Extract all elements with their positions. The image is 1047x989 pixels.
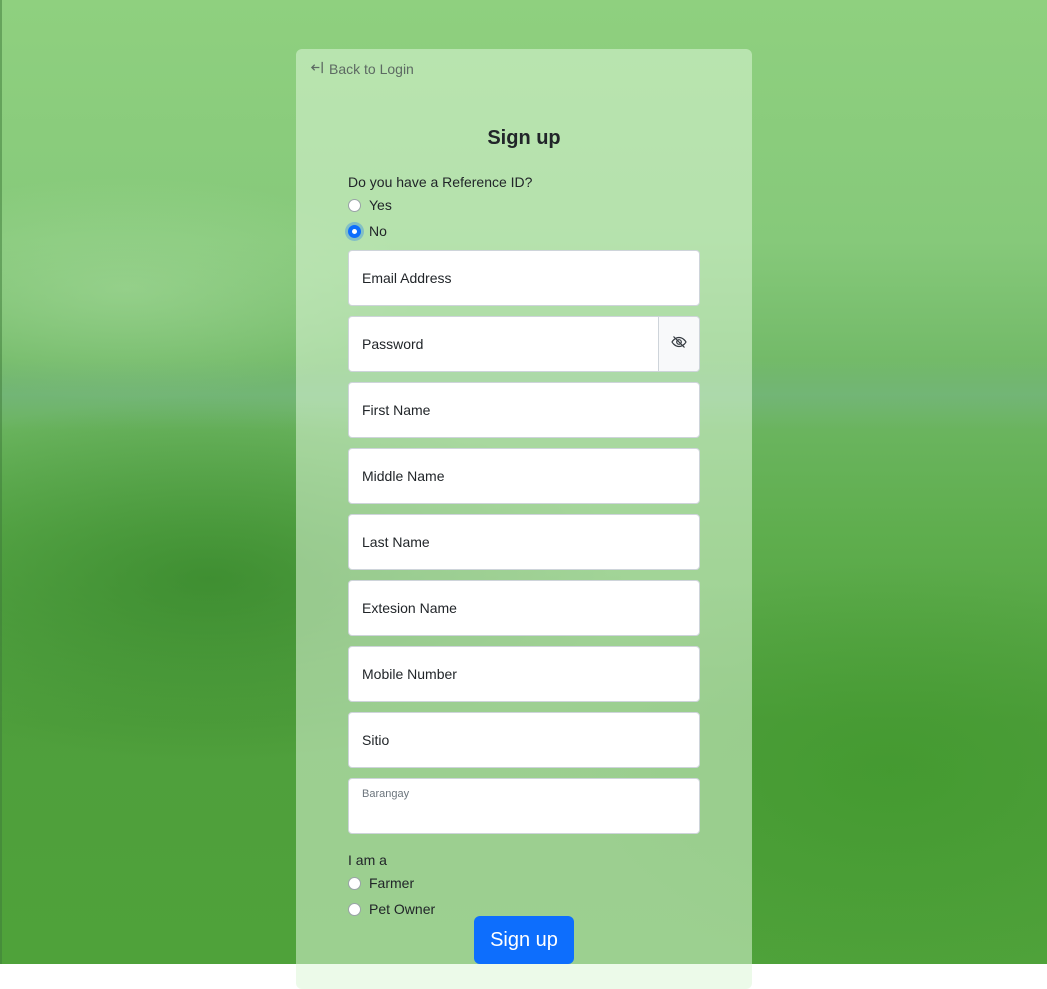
signup-card: Back to Login Sign up Do you have a Refe… — [296, 49, 752, 989]
role-farmer-radio[interactable] — [348, 876, 361, 890]
background-edge — [0, 0, 2, 964]
role-pet-owner-radio[interactable] — [348, 902, 361, 916]
middle-name-field-label: Middle Name — [362, 468, 445, 484]
reference-id-question: Do you have a Reference ID? — [348, 174, 533, 190]
reference-option-no[interactable]: No — [348, 218, 700, 244]
first-name-field-label: First Name — [362, 402, 431, 418]
sitio-field-label: Sitio — [362, 732, 390, 748]
password-field-label: Password — [362, 336, 424, 352]
back-to-login-label: Back to Login — [329, 61, 414, 77]
role-option-farmer[interactable]: Farmer — [348, 870, 700, 896]
extension-name-field-label: Extesion Name — [362, 600, 457, 616]
role-farmer-label: Farmer — [369, 875, 415, 891]
role-pet-owner-label: Pet Owner — [369, 901, 436, 917]
arrow-left-bar-icon — [310, 60, 325, 78]
page-title: Sign up — [487, 127, 561, 149]
email-field[interactable]: Email Address — [348, 250, 700, 306]
last-name-field[interactable]: Last Name — [348, 514, 700, 570]
mobile-number-field-label: Mobile Number — [362, 666, 457, 682]
toggle-password-button[interactable] — [658, 317, 699, 371]
reference-no-label: No — [369, 223, 387, 239]
first-name-field[interactable]: First Name — [348, 382, 700, 438]
barangay-select[interactable]: Barangay — [348, 778, 700, 834]
role-question: I am a — [348, 852, 387, 868]
password-field[interactable]: Password — [348, 316, 700, 372]
extension-name-field[interactable]: Extesion Name — [348, 580, 700, 636]
reference-yes-label: Yes — [369, 197, 392, 213]
last-name-field-label: Last Name — [362, 534, 430, 550]
sitio-field[interactable]: Sitio — [348, 712, 700, 768]
reference-no-radio[interactable] — [348, 224, 361, 238]
eye-slash-icon — [671, 334, 687, 355]
barangay-field-label: Barangay — [362, 788, 410, 800]
middle-name-field[interactable]: Middle Name — [348, 448, 700, 504]
password-input[interactable]: Password — [349, 317, 658, 371]
reference-yes-radio[interactable] — [348, 198, 361, 212]
signup-form: Do you have a Reference ID? Yes No Email… — [348, 172, 700, 922]
email-field-label: Email Address — [362, 270, 452, 286]
reference-option-yes[interactable]: Yes — [348, 192, 700, 218]
mobile-number-field[interactable]: Mobile Number — [348, 646, 700, 702]
sign-up-button[interactable]: Sign up — [474, 916, 574, 964]
back-to-login-link[interactable]: Back to Login — [310, 60, 414, 78]
